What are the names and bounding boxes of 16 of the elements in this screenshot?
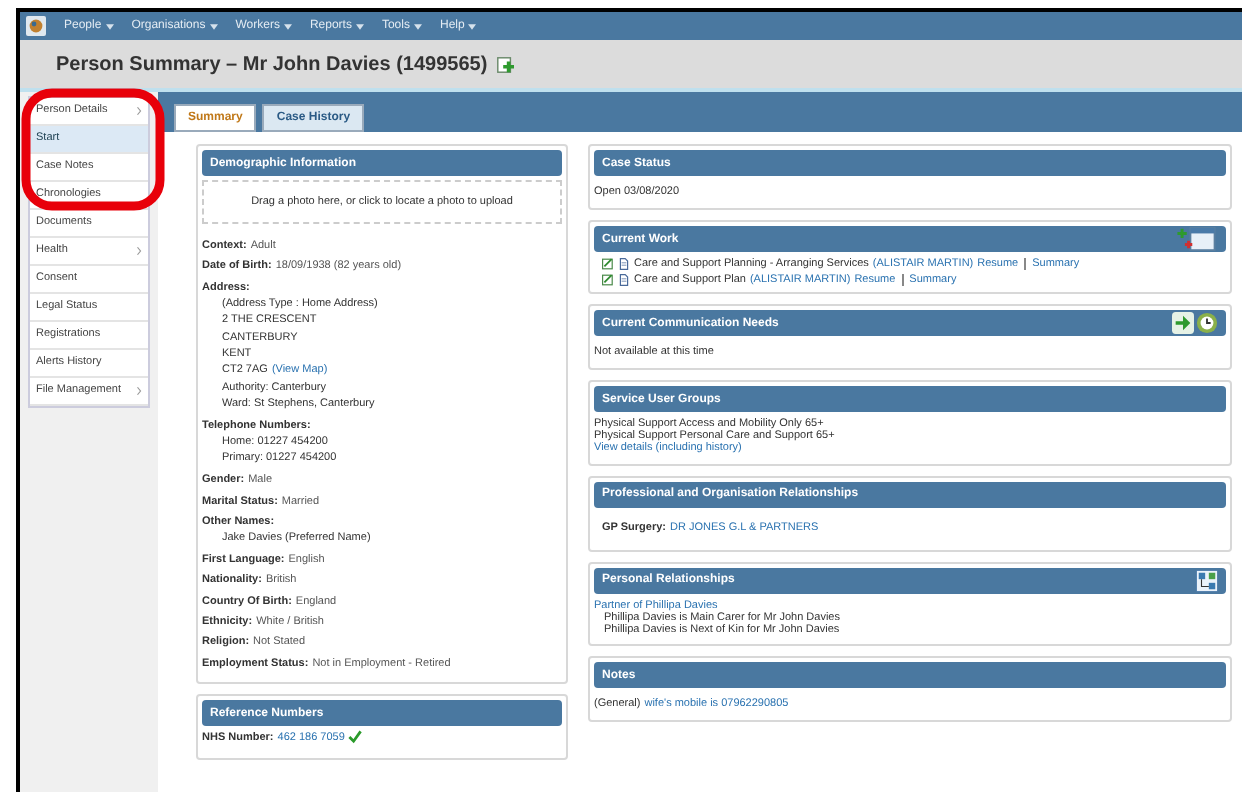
history-icon[interactable] [1196,312,1218,334]
page-title: Person Summary – Mr John Davies (1499565) [56,53,488,75]
edit-icon[interactable] [602,258,614,270]
caret-icon[interactable] [413,23,422,29]
globe-logo-icon[interactable] [26,16,46,36]
edit-icon[interactable] [602,274,614,286]
caret-icon[interactable] [283,23,292,29]
document-icon[interactable] [618,258,630,270]
caret-icon[interactable] [468,23,477,29]
caret-icon[interactable] [209,23,218,29]
caret-icon[interactable] [105,23,114,29]
document-plus-icon[interactable] [495,55,514,73]
add-work-icon[interactable] [1174,226,1218,252]
relationship-chart-icon[interactable] [1196,569,1218,592]
document-icon[interactable] [618,274,630,286]
caret-icon[interactable] [355,23,364,29]
